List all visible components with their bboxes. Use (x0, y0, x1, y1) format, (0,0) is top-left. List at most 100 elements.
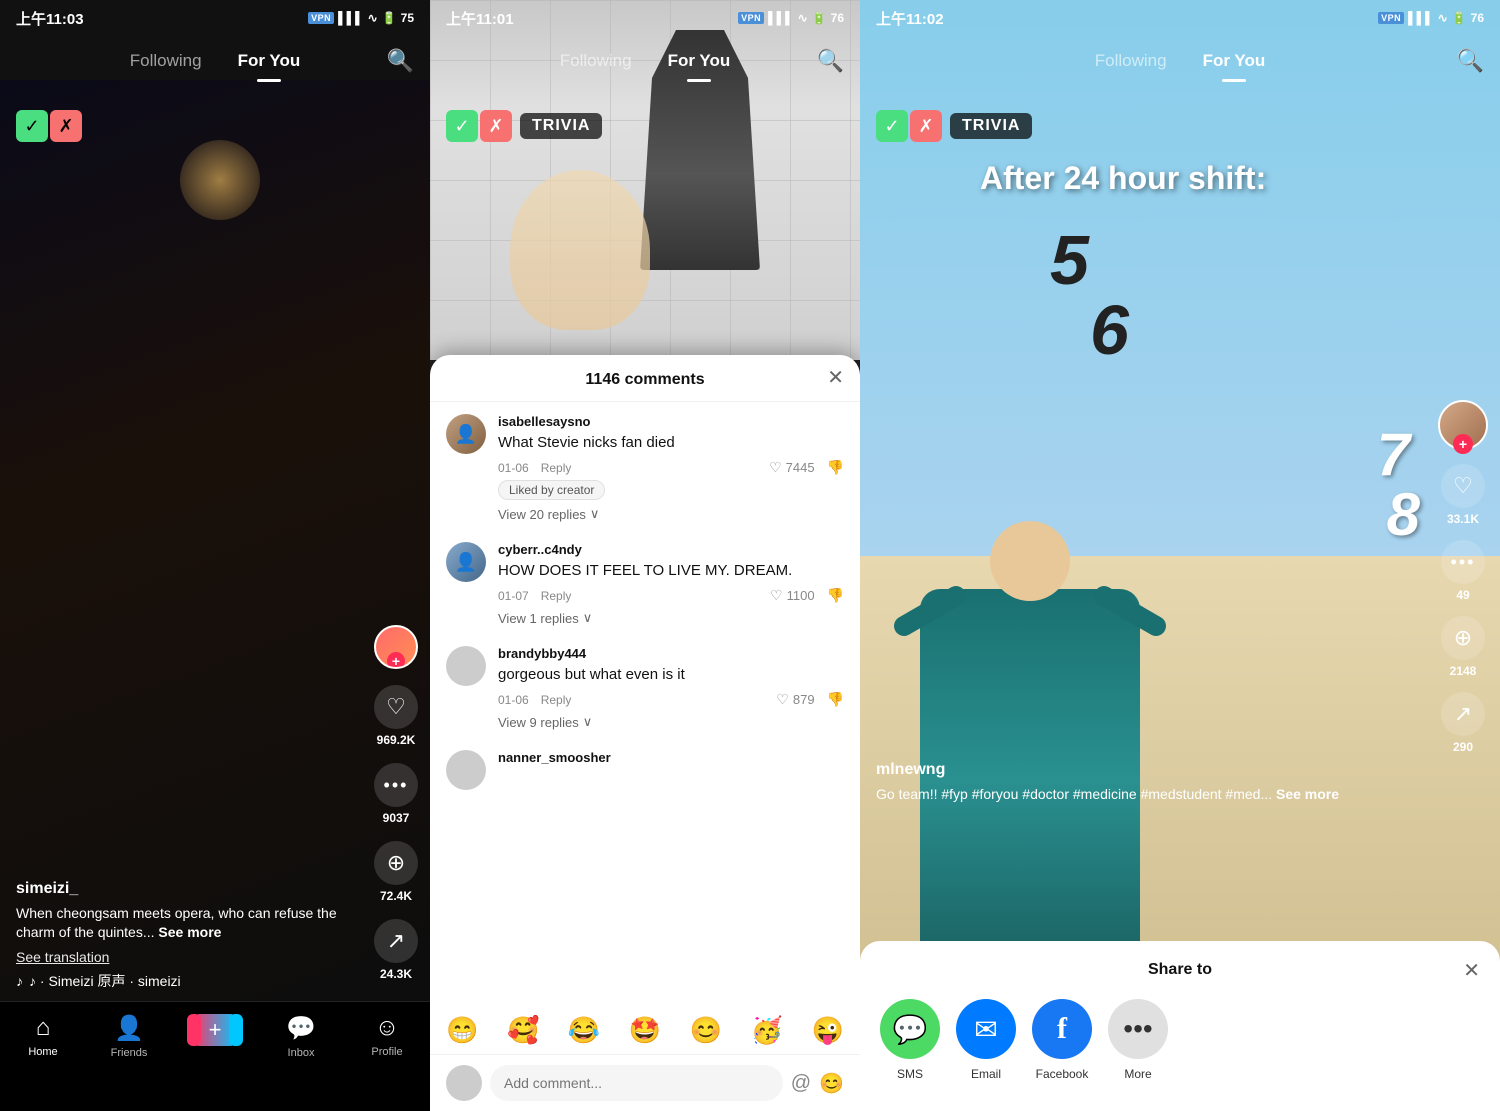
share-btn-1[interactable]: ↗ 24.3K (374, 919, 418, 981)
trivia-check-icon: ✓ (16, 110, 48, 142)
share-icon-1[interactable]: ↗ (374, 919, 418, 963)
tab-following-3[interactable]: Following (1077, 36, 1185, 86)
translation-btn-1[interactable]: See translation (16, 949, 360, 965)
facebook-icon[interactable]: f (1032, 999, 1092, 1059)
share-facebook[interactable]: f Facebook (1032, 999, 1092, 1081)
share-icon-3[interactable]: ↗ (1441, 692, 1485, 736)
heart-icon-c1[interactable]: ♡ (769, 459, 782, 476)
search-icon-3[interactable]: 🔍 (1457, 48, 1484, 74)
dislike-icon-c3[interactable]: 👎 (827, 691, 844, 708)
status-icons-2: VPN ▌▌▌ ∿ 🔋 76 (738, 11, 844, 25)
nav-add[interactable]: + (172, 1014, 258, 1046)
share-title: Share to (1148, 961, 1212, 979)
more-icon[interactable]: ••• (1108, 999, 1168, 1059)
bookmark-btn-3[interactable]: ⊕ 2148 (1441, 616, 1485, 678)
search-icon-1[interactable]: 🔍 (387, 48, 414, 74)
creator-avatar-1[interactable] (374, 625, 418, 669)
add-button[interactable]: + (192, 1014, 238, 1046)
battery-pct-3: 76 (1471, 11, 1484, 25)
view-replies-1[interactable]: View 20 replies ∨ (498, 506, 844, 522)
creator-avatar-3[interactable]: + (1438, 400, 1488, 450)
sms-icon[interactable]: 💬 (880, 999, 940, 1059)
dislike-icon-c1[interactable]: 👎 (827, 459, 844, 476)
status-bar-3: 上午11:02 VPN ▌▌▌ ∿ 🔋 76 (860, 0, 1500, 36)
share-sms[interactable]: 💬 SMS (880, 999, 940, 1081)
tab-foryou-3[interactable]: For You (1185, 36, 1284, 86)
email-icon[interactable]: ✉ (956, 999, 1016, 1059)
tab-foryou-1[interactable]: For You (220, 36, 319, 86)
comment-btn-1[interactable]: ••• 9037 (374, 763, 418, 825)
share-btn-3[interactable]: ↗ 290 (1441, 692, 1485, 754)
share-close-btn[interactable]: ✕ (1463, 958, 1480, 983)
bottom-nav-1: ⌂ Home 👤 Friends + 💬 Inbox ☺ Profile (0, 1001, 430, 1111)
tab-following-1[interactable]: Following (112, 36, 220, 86)
chevron-down-icon-3: ∨ (583, 714, 593, 730)
view-replies-2[interactable]: View 1 replies ∨ (498, 610, 844, 626)
share-more[interactable]: ••• More (1108, 999, 1168, 1081)
heart-icon-c2[interactable]: ♡ (770, 587, 783, 604)
comment-text-2: HOW DOES IT FEEL TO LIVE MY. DREAM. (498, 560, 844, 581)
share-email[interactable]: ✉ Email (956, 999, 1016, 1081)
heart-icon-3[interactable]: ♡ (1441, 464, 1485, 508)
facebook-label: Facebook (1036, 1067, 1089, 1081)
panel-1: 上午11:03 VPN ▌▌▌ ∿ 🔋 75 Following For You… (0, 0, 430, 1111)
view-replies-3[interactable]: View 9 replies ∨ (498, 714, 844, 730)
search-icon-2[interactable]: 🔍 (817, 48, 844, 74)
heart-count-c1: 7445 (786, 460, 815, 475)
comments-list[interactable]: 👤 isabellesaysno What Stevie nicks fan d… (430, 402, 860, 1009)
status-bar-2: 上午11:01 VPN ▌▌▌ ∿ 🔋 76 (430, 0, 860, 36)
wifi-icon-2: ∿ (798, 11, 808, 25)
emoji-party[interactable]: 🥳 (751, 1015, 783, 1046)
avatar-btn-1[interactable] (374, 625, 418, 669)
comment-icon-3[interactable]: ••• (1441, 540, 1485, 584)
emoji-grin[interactable]: 😁 (446, 1015, 478, 1046)
comment-btn-3[interactable]: ••• 49 (1441, 540, 1485, 602)
light-glow-1 (180, 140, 260, 220)
bookmark-icon-3[interactable]: ⊕ (1441, 616, 1485, 660)
comment-item-2: 👤 cyberr..c4ndy HOW DOES IT FEEL TO LIVE… (446, 542, 844, 626)
heart-icon-c3[interactable]: ♡ (776, 691, 789, 708)
dislike-icon-c2[interactable]: 👎 (827, 587, 844, 604)
comment-input[interactable] (490, 1065, 783, 1101)
comment-body-3: brandybby444 gorgeous but what even is i… (498, 646, 844, 730)
nav-home[interactable]: ⌂ Home (0, 1014, 86, 1058)
emoji-hearts[interactable]: 🥰 (507, 1015, 539, 1046)
nav-profile[interactable]: ☺ Profile (344, 1014, 430, 1058)
comment-username-2: cyberr..c4ndy (498, 542, 844, 557)
bookmark-btn-1[interactable]: ⊕ 72.4K (374, 841, 418, 903)
vpn-badge-3: VPN (1378, 12, 1404, 24)
comment-actions-3: 01-06 Reply ♡ 879 👎 (498, 691, 844, 708)
reply-btn-1[interactable]: Reply (541, 461, 572, 475)
emoji-laugh[interactable]: 😂 (568, 1015, 600, 1046)
time-2: 上午11:01 (446, 8, 514, 29)
nav-bar-1: Following For You 🔍 (0, 36, 430, 86)
bookmark-icon-1[interactable]: ⊕ (374, 841, 418, 885)
emoji-picker-icon[interactable]: 😊 (819, 1071, 844, 1096)
comment-count-1: 9037 (383, 811, 410, 825)
heart-icon-1[interactable]: ♡ (374, 685, 418, 729)
reply-btn-2[interactable]: Reply (541, 589, 572, 603)
nav-friends[interactable]: 👤 Friends (86, 1014, 172, 1059)
bookmark-count-3: 2148 (1450, 664, 1477, 678)
tab-following-2[interactable]: Following (542, 36, 650, 86)
emoji-starstruck[interactable]: 🤩 (629, 1015, 661, 1046)
at-icon[interactable]: @ (791, 1072, 811, 1095)
status-icons-1: VPN ▌▌▌ ∿ 🔋 75 (308, 11, 414, 25)
battery-icon-1: 🔋 (382, 11, 397, 25)
comments-panel: 1146 comments ✕ 👤 isabellesaysno What St… (430, 355, 860, 1111)
trivia-badge-2: ✓ ✗ TRIVIA (446, 110, 602, 142)
like-btn-1[interactable]: ♡ 969.2K (374, 685, 418, 747)
nav-inbox[interactable]: 💬 Inbox (258, 1014, 344, 1059)
tab-foryou-2[interactable]: For You (650, 36, 749, 86)
like-btn-3[interactable]: ♡ 33.1K (1441, 464, 1485, 526)
comment-icon-1[interactable]: ••• (374, 763, 418, 807)
face-blur (510, 170, 650, 330)
battery-icon-3: 🔋 (1452, 11, 1467, 25)
vpn-badge-2: VPN (738, 12, 764, 24)
emoji-smile[interactable]: 😊 (690, 1015, 722, 1046)
see-more-3[interactable]: See more (1276, 786, 1339, 802)
comments-close-btn[interactable]: ✕ (827, 368, 844, 388)
see-more-1[interactable]: See more (158, 924, 221, 940)
emoji-wink[interactable]: 😜 (812, 1015, 844, 1046)
reply-btn-3[interactable]: Reply (541, 693, 572, 707)
